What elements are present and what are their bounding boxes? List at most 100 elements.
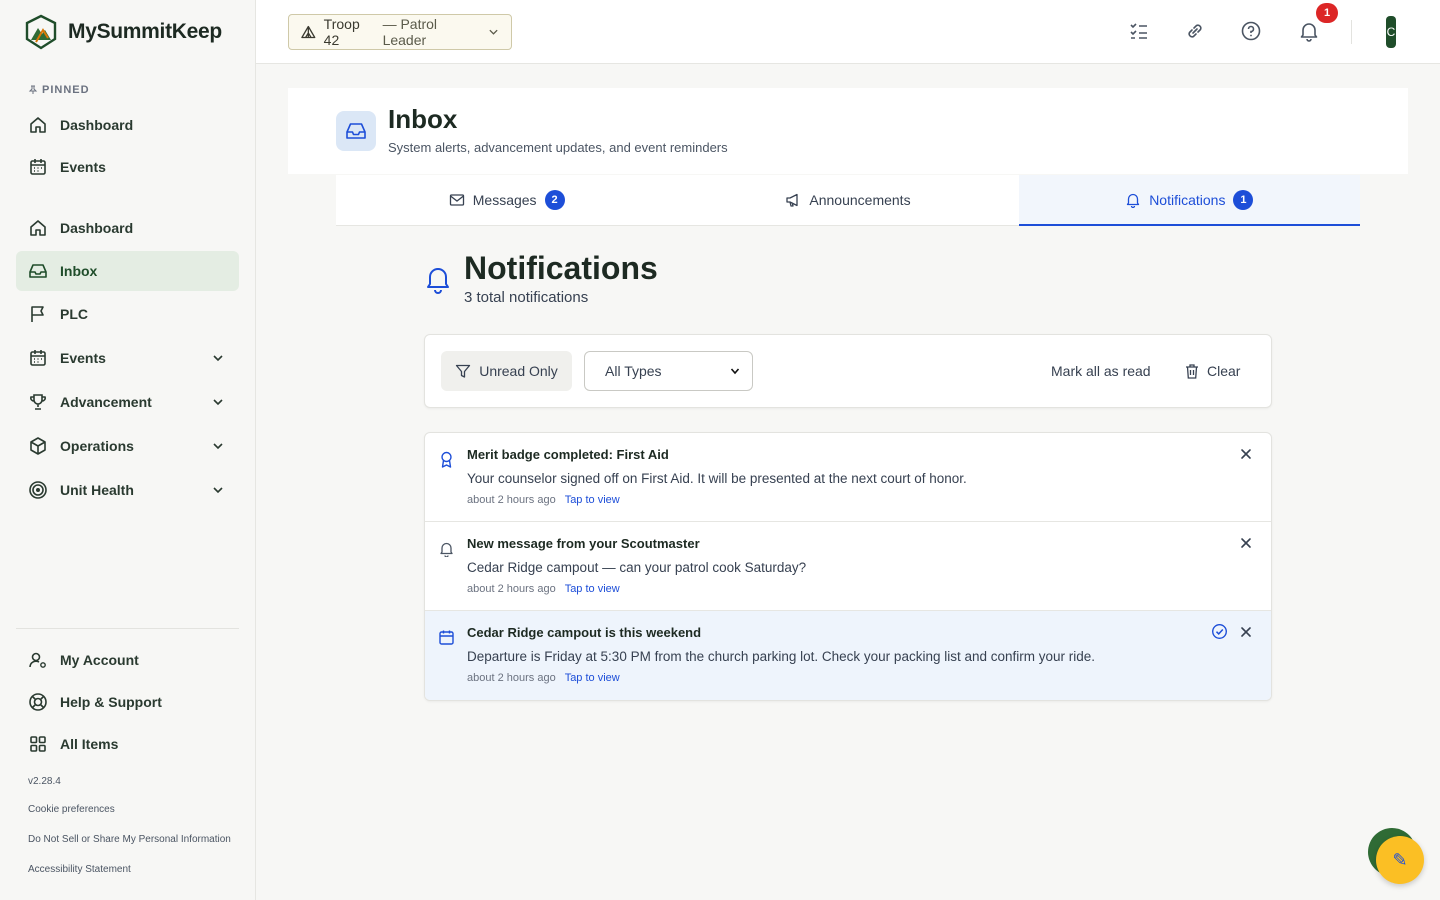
check-circle-icon[interactable] <box>1211 623 1228 640</box>
sidebar-item-dashboard[interactable]: Dashboard <box>16 208 239 248</box>
tab-notifications[interactable]: Notifications 1 <box>1018 175 1361 226</box>
tap-to-view-link[interactable]: Tap to view <box>565 494 620 506</box>
sidebar-item-events[interactable]: Events <box>16 338 239 378</box>
page-title: Inbox <box>388 104 458 134</box>
app-version: v2.28.4 <box>28 776 61 787</box>
home-icon <box>30 220 46 236</box>
floating-action-button-tool[interactable]: ✎ <box>1376 836 1424 884</box>
sidebar-item-advancement[interactable]: Advancement <box>16 382 239 422</box>
notification-type-select[interactable]: All Types <box>584 351 753 391</box>
chevron-down-icon <box>489 29 498 35</box>
notification-item[interactable]: New message from your Scoutmaster Cedar … <box>425 522 1271 611</box>
inbox-icon <box>29 264 47 278</box>
pinned-item-dashboard[interactable]: Dashboard <box>16 105 239 145</box>
close-icon[interactable] <box>1239 447 1253 461</box>
link-icon[interactable] <box>1184 20 1206 42</box>
calendar-icon <box>30 350 46 366</box>
tap-to-view-link[interactable]: Tap to view <box>565 672 620 684</box>
notification-body: Departure is Friday at 5:30 PM from the … <box>467 649 1096 664</box>
bell-icon <box>427 268 449 294</box>
inbox-icon <box>346 123 366 139</box>
avatar[interactable]: C <box>1386 16 1396 48</box>
box-icon <box>30 437 46 455</box>
topbar-divider <box>1351 20 1352 44</box>
troop-role: — Patrol Leader <box>382 16 438 48</box>
mark-all-read-button[interactable]: Mark all as read <box>1051 363 1151 379</box>
pinned-section-label: PINNED <box>28 84 90 96</box>
notifications-title: Notifications <box>464 250 658 286</box>
tab-announcements[interactable]: Announcements <box>677 175 1018 225</box>
chevron-down-icon[interactable] <box>211 395 225 409</box>
top-bar: Troop 42 — Patrol Leader 1 C <box>256 0 1440 64</box>
checklist-icon[interactable] <box>1128 20 1150 42</box>
tent-icon <box>301 25 316 39</box>
mail-icon <box>449 194 464 206</box>
notification-meta: about 2 hours ago Tap to view <box>467 494 620 506</box>
inbox-tabs: Messages 2 Announcements Notifications 1 <box>336 175 1361 226</box>
notification-item[interactable]: Merit badge completed: First Aid Your co… <box>425 433 1271 522</box>
trash-icon <box>1186 364 1198 379</box>
pin-icon <box>28 85 38 94</box>
grid-icon <box>30 736 46 752</box>
page-header: Inbox System alerts, advancement updates… <box>288 88 1408 174</box>
close-icon[interactable] <box>1239 536 1253 550</box>
sidebar-item-all-items[interactable]: All Items <box>16 724 239 764</box>
sidebar: MySummitKeep PINNED Dashboard Events Das… <box>0 0 256 900</box>
filter-icon <box>456 364 471 378</box>
home-icon <box>30 117 46 133</box>
target-icon <box>29 481 47 499</box>
sidebar-item-inbox[interactable]: Inbox <box>16 251 239 291</box>
help-circle-icon[interactable] <box>1240 20 1262 42</box>
mountain-logo-icon <box>25 14 57 50</box>
tab-messages[interactable]: Messages 2 <box>336 175 677 225</box>
notification-title: Cedar Ridge campout is this weekend <box>467 625 702 640</box>
notification-body: Cedar Ridge campout — can your patrol co… <box>467 560 807 575</box>
troop-selector[interactable]: Troop 42 — Patrol Leader <box>288 14 512 50</box>
sidebar-item-help-support[interactable]: Help & Support <box>16 682 239 722</box>
brand-name: MySummitKeep <box>68 20 222 43</box>
do-not-sell-link[interactable]: Do Not Sell or Share My Personal Informa… <box>28 834 231 845</box>
accessibility-statement-link[interactable]: Accessibility Statement <box>28 864 131 875</box>
bell-icon[interactable] <box>1298 20 1320 42</box>
bell-icon <box>1127 193 1140 208</box>
chevron-down-icon <box>730 368 740 375</box>
calendar-icon <box>30 159 46 175</box>
sidebar-item-operations[interactable]: Operations <box>16 426 239 466</box>
notification-title: Merit badge completed: First Aid <box>467 447 669 462</box>
lifebuoy-icon <box>29 693 47 711</box>
chevron-down-icon[interactable] <box>211 483 225 497</box>
cookie-preferences-link[interactable]: Cookie preferences <box>28 804 115 815</box>
notification-time: about 2 hours ago <box>467 672 556 684</box>
notifications-count-badge: 1 <box>1233 190 1254 210</box>
brand[interactable]: MySummitKeep <box>24 14 222 50</box>
notification-meta: about 2 hours ago Tap to view <box>467 672 620 684</box>
sidebar-item-my-account[interactable]: My Account <box>16 640 239 680</box>
messages-count-badge: 2 <box>544 190 565 210</box>
notification-list: Merit badge completed: First Aid Your co… <box>424 432 1272 701</box>
unread-only-toggle[interactable]: Unread Only <box>441 351 572 391</box>
notification-item-unread[interactable]: Cedar Ridge campout is this weekend Depa… <box>425 611 1271 700</box>
inbox-header-icon-wrap <box>336 111 376 151</box>
notification-time: about 2 hours ago <box>467 583 556 595</box>
notification-title: New message from your Scoutmaster <box>467 536 700 551</box>
calendar-icon <box>439 630 454 645</box>
sidebar-item-plc[interactable]: PLC <box>16 294 239 334</box>
page-subtitle: System alerts, advancement updates, and … <box>388 140 728 155</box>
notification-body: Your counselor signed off on First Aid. … <box>467 471 967 486</box>
chevron-down-icon[interactable] <box>211 351 225 365</box>
trophy-icon <box>30 394 46 410</box>
sidebar-divider <box>16 628 239 629</box>
pinned-item-events[interactable]: Events <box>16 147 239 187</box>
bell-icon <box>440 542 453 557</box>
sidebar-item-unit-health[interactable]: Unit Health <box>16 470 239 510</box>
notification-time: about 2 hours ago <box>467 494 556 506</box>
clear-notifications-button[interactable]: Clear <box>1185 363 1240 379</box>
user-settings-icon <box>29 652 46 668</box>
tap-to-view-link[interactable]: Tap to view <box>565 583 620 595</box>
troop-name: Troop 42 <box>323 16 360 48</box>
notification-count-badge: 1 <box>1316 3 1338 23</box>
chevron-down-icon[interactable] <box>211 439 225 453</box>
flag-icon <box>31 306 44 322</box>
megaphone-icon <box>786 193 799 207</box>
close-icon[interactable] <box>1239 625 1253 639</box>
